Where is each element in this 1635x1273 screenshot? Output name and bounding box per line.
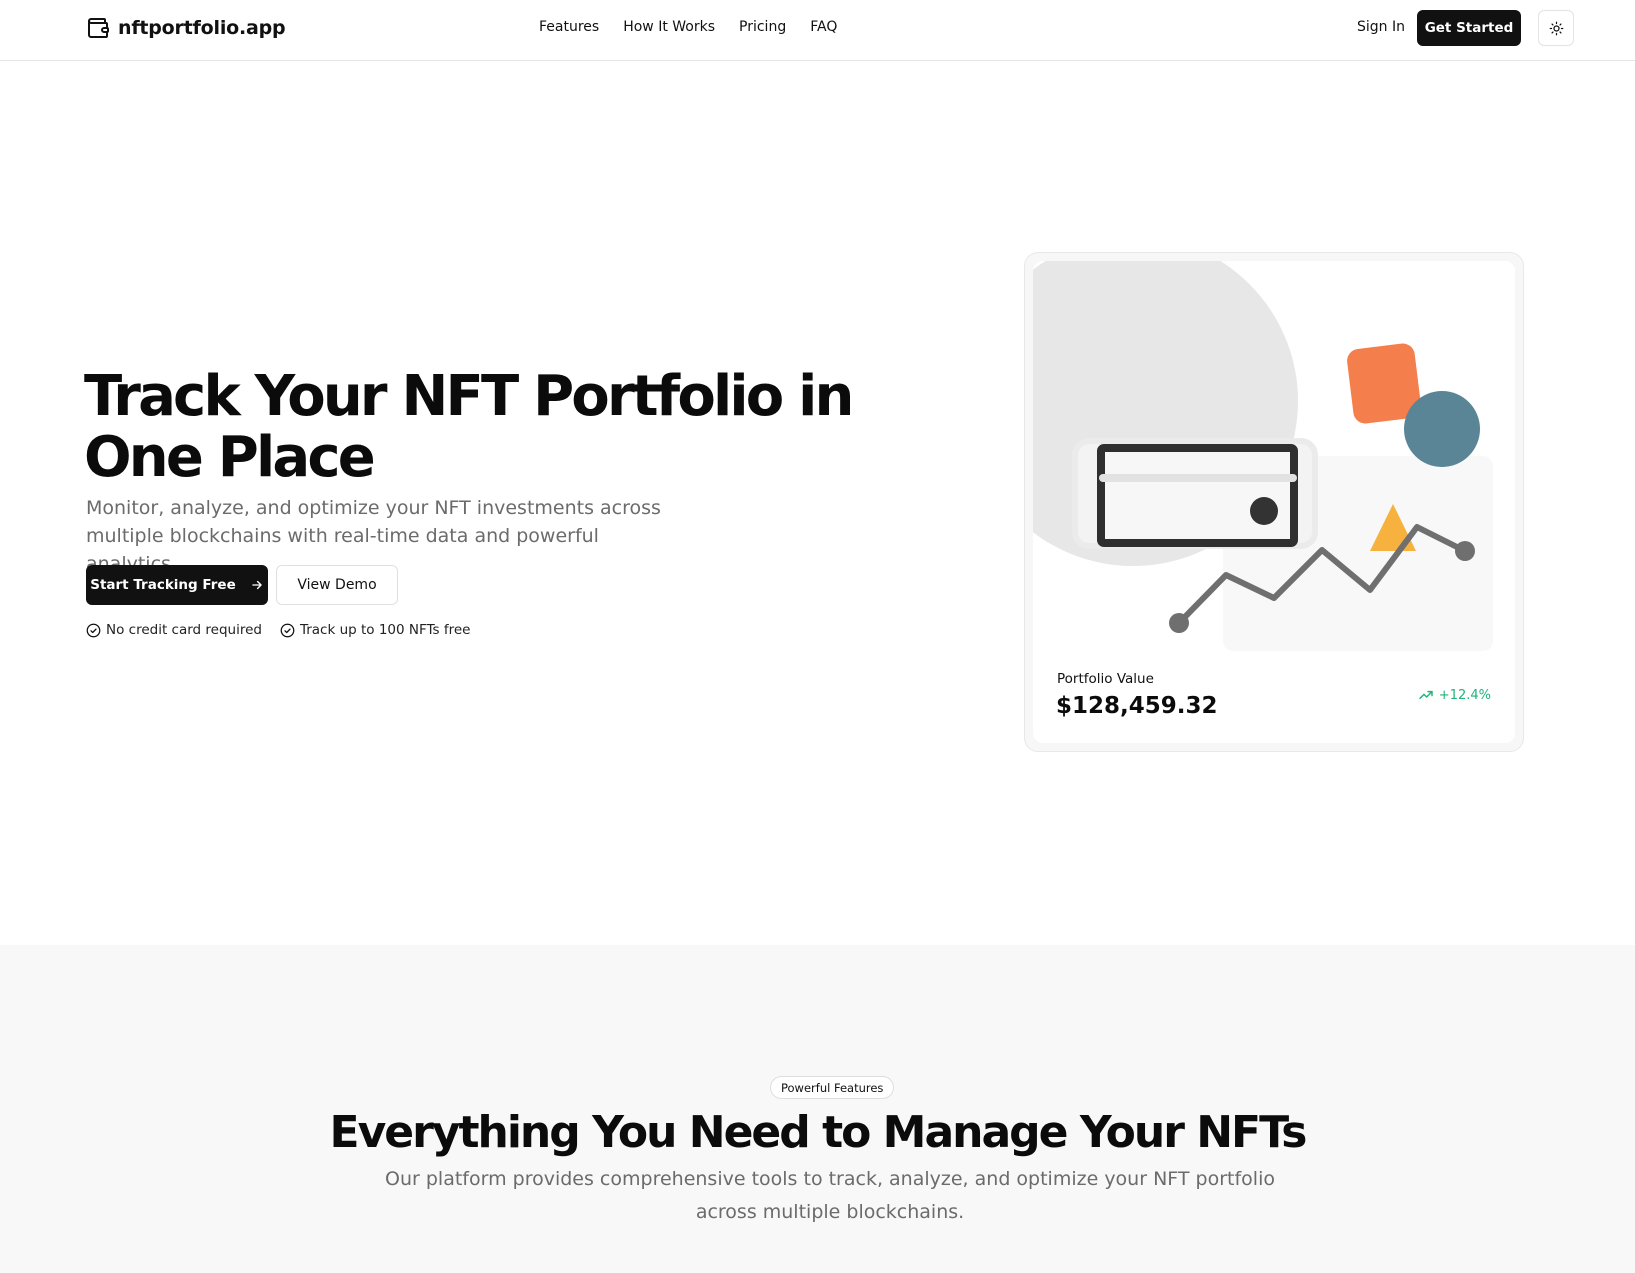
- trend-end-point: [1455, 541, 1475, 561]
- start-tracking-label: Start Tracking Free: [90, 577, 236, 593]
- start-tracking-button[interactable]: Start Tracking Free: [86, 565, 268, 605]
- check-circle-icon: [280, 623, 295, 637]
- perk-item: No credit card required: [86, 622, 262, 638]
- portfolio-value: $128,459.32: [1056, 693, 1218, 719]
- sign-in-link[interactable]: Sign In: [1357, 19, 1405, 35]
- wallet-button: [1250, 497, 1278, 525]
- perk-label: Track up to 100 NFTs free: [299, 622, 471, 638]
- site-header: nftportfolio.app Features How It Works P…: [0, 0, 1635, 61]
- wallet-shape: [1097, 444, 1298, 547]
- nav-link-faq[interactable]: FAQ: [810, 19, 837, 35]
- portfolio-change: +12.4%: [1418, 687, 1491, 703]
- get-started-button[interactable]: Get Started: [1417, 10, 1521, 46]
- brand-name: nftportfolio.app: [118, 17, 286, 39]
- features-title: Everything You Need to Manage Your NFTs: [329, 1107, 1308, 1158]
- nav-link-features[interactable]: Features: [539, 19, 599, 35]
- trend-start-point: [1169, 613, 1189, 633]
- check-circle-icon: [86, 623, 101, 637]
- features-badge: Powerful Features: [770, 1076, 895, 1099]
- wallet-icon: [88, 18, 109, 38]
- arrow-right-icon: [252, 580, 262, 590]
- view-demo-button[interactable]: View Demo: [276, 565, 398, 605]
- features-section: Powerful Features Everything You Need to…: [0, 945, 1635, 1273]
- trending-up-icon: [1419, 690, 1433, 700]
- nav-link-pricing[interactable]: Pricing: [739, 19, 786, 35]
- sun-icon: [1549, 21, 1563, 35]
- main-nav: Features How It Works Pricing FAQ: [539, 19, 837, 35]
- hero-perks: No credit card required Track up to 100 …: [86, 622, 471, 638]
- theme-toggle-button[interactable]: [1538, 10, 1574, 46]
- portfolio-change-value: +12.4%: [1438, 687, 1491, 703]
- portfolio-preview-inner: Portfolio Value $128,459.32 +12.4%: [1033, 261, 1515, 743]
- hero-title: Track Your NFT Portfolio in One Place: [84, 364, 854, 490]
- portfolio-preview-card: Portfolio Value $128,459.32 +12.4%: [1024, 252, 1524, 752]
- brand-logo-link[interactable]: nftportfolio.app: [86, 16, 286, 40]
- portfolio-value-label: Portfolio Value: [1057, 671, 1154, 687]
- perk-item: Track up to 100 NFTs free: [280, 622, 471, 638]
- features-subtitle: Our platform provides comprehensive tool…: [385, 1168, 1275, 1223]
- perk-label: No credit card required: [106, 622, 262, 638]
- teal-shape: [1404, 391, 1480, 467]
- nav-link-how-it-works[interactable]: How It Works: [623, 19, 715, 35]
